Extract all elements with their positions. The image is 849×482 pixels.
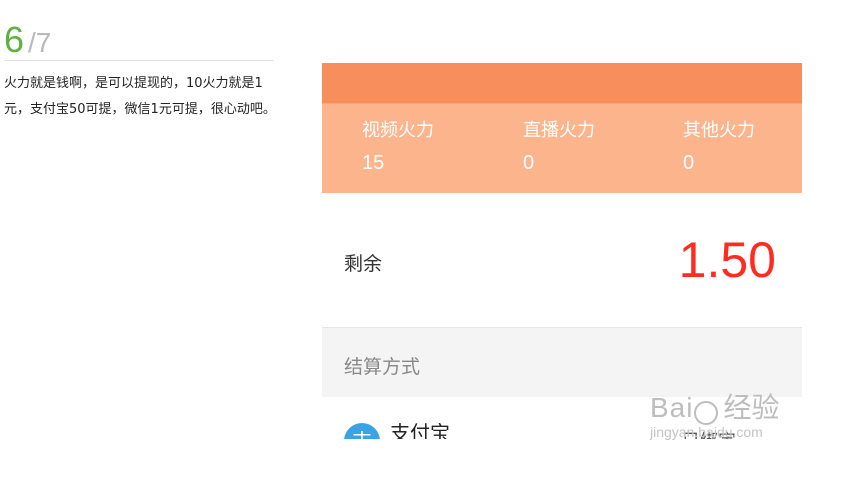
step-current-number: 6 xyxy=(4,19,25,60)
payment-method-name: 支付宝 xyxy=(390,421,450,439)
alipay-icon: 支 xyxy=(344,423,380,439)
app-screenshot: 视频火力 15 直播火力 0 其他火力 0 剩余 1.50 结算方式 支 支付宝… xyxy=(322,63,802,439)
remaining-amount: 1.50 xyxy=(678,232,776,288)
stat-value: 15 xyxy=(362,152,385,174)
remaining-row: 剩余 1.50 xyxy=(322,193,802,327)
payment-method-alipay[interactable]: 支 支付宝 已绑定 xyxy=(322,397,802,439)
stat-value: 0 xyxy=(683,152,695,174)
remaining-label: 剩余 xyxy=(344,253,383,275)
stat-live-fire[interactable]: 直播火力 0 xyxy=(523,118,595,178)
payment-method-status: 已绑定 xyxy=(682,427,736,439)
stats-panel: 视频火力 15 直播火力 0 其他火力 0 xyxy=(322,103,802,194)
settlement-title: 结算方式 xyxy=(344,356,421,378)
app-header-bar xyxy=(322,63,802,103)
stat-label: 其他火力 xyxy=(683,120,755,141)
stat-label: 视频火力 xyxy=(362,120,434,141)
step-total: /7 xyxy=(28,27,52,58)
stat-video-fire[interactable]: 视频火力 15 xyxy=(362,118,434,178)
step-header: 6 /7 xyxy=(4,20,274,61)
stat-label: 直播火力 xyxy=(523,120,595,141)
step-panel: 6 /7 火力就是钱啊，是可以提现的，10火力就是1元，支付宝50可提，微信1元… xyxy=(4,20,276,123)
step-description: 火力就是钱啊，是可以提现的，10火力就是1元，支付宝50可提，微信1元可提，很心… xyxy=(4,76,276,117)
settlement-section-header: 结算方式 xyxy=(322,327,802,398)
stat-value: 0 xyxy=(523,152,535,174)
stat-other-fire[interactable]: 其他火力 0 xyxy=(683,118,755,178)
